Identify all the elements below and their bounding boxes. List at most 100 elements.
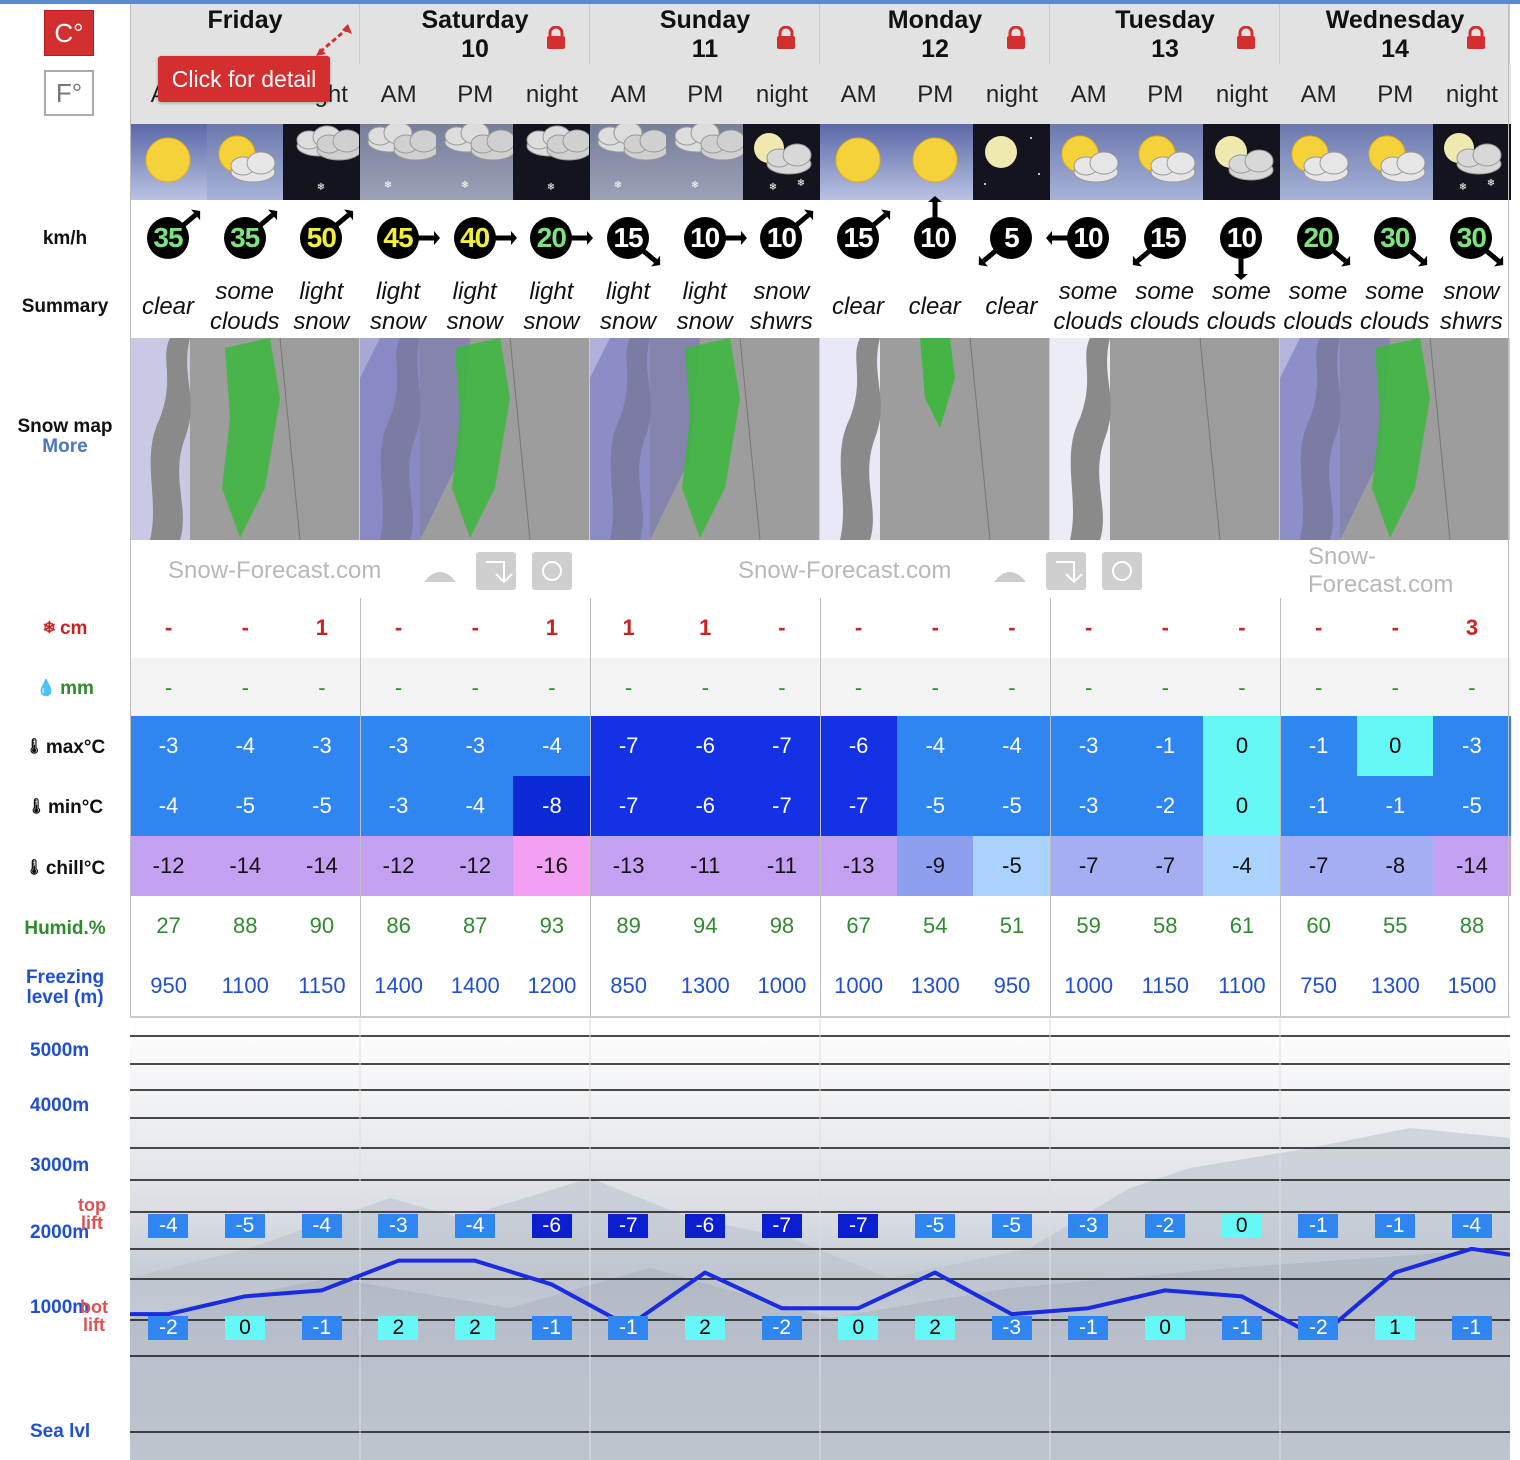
- wind-chill: -8: [1356, 836, 1434, 896]
- min-temp: -7: [743, 776, 821, 836]
- freezing-level: 1000: [1064, 973, 1114, 998]
- svg-text:❄: ❄: [460, 180, 468, 191]
- sun-icon: [130, 124, 208, 200]
- max-temp: -4: [513, 716, 591, 776]
- freezing-level: 1200: [527, 973, 577, 998]
- min-temp: -1: [1280, 776, 1358, 836]
- bot-lift-temp: 2: [685, 1316, 726, 1340]
- bot-lift-temp: -1: [301, 1316, 342, 1340]
- brand-watermark: Snow-Forecast.com: [1308, 543, 1454, 598]
- min-temp: -3: [360, 776, 438, 836]
- min-temp: -7: [820, 776, 898, 836]
- wind-indicator: 45: [360, 209, 440, 269]
- bot-lift-temp: -1: [531, 1316, 572, 1340]
- freezing-level: 1000: [757, 973, 807, 998]
- period-label: PM: [1356, 64, 1434, 126]
- wind-speed: 10: [913, 217, 956, 259]
- wind-speed: 30: [1373, 217, 1416, 259]
- snow-map-image[interactable]: [1050, 338, 1280, 540]
- snow-map-image[interactable]: [820, 338, 1050, 540]
- sun-layer-icon[interactable]: [1102, 552, 1142, 590]
- wind-indicator: 40: [437, 209, 517, 269]
- sun-layer-icon[interactable]: [532, 552, 572, 590]
- wind-chill: -4: [1203, 836, 1281, 896]
- max-temp: -1: [1126, 716, 1204, 776]
- cloud-snow-icon: ❄: [666, 121, 746, 200]
- click-for-detail-tooltip[interactable]: Click for detail: [158, 56, 330, 102]
- humidity: 88: [1459, 913, 1485, 938]
- y-tick-sea-level: Sea lvl: [30, 1421, 91, 1442]
- humidity: 90: [309, 913, 335, 938]
- wind-unit-label: km/h: [42, 228, 88, 249]
- top-lift-label-line1: top: [78, 1195, 106, 1215]
- top-lift-temp: -5: [915, 1214, 956, 1238]
- snow-map-image[interactable]: [130, 338, 360, 540]
- bot-lift-temp: 2: [455, 1316, 495, 1340]
- svg-text:❄: ❄: [614, 180, 622, 191]
- svg-text:❄: ❄: [317, 182, 325, 193]
- top-lift-temp: -1: [1298, 1214, 1339, 1238]
- wind-chill: -11: [666, 836, 744, 896]
- arrow-down-layer-icon[interactable]: [476, 552, 516, 590]
- sun-icon: [820, 124, 898, 200]
- period-label: AM: [1280, 64, 1358, 126]
- rain-amount: -: [360, 658, 438, 718]
- max-temp: -6: [820, 716, 898, 776]
- snow-map-more-link[interactable]: More: [0, 436, 130, 458]
- snow-amount: -: [1008, 615, 1016, 640]
- wind-speed: 20: [1297, 217, 1340, 259]
- moon-cloud-icon: [1203, 124, 1281, 200]
- day-header[interactable]: Sunday 11: [590, 4, 820, 64]
- wind-chill: -12: [436, 836, 514, 896]
- snow-map-image[interactable]: [590, 338, 820, 540]
- fahrenheit-button[interactable]: F°: [44, 70, 94, 116]
- freezing-level: 1300: [910, 973, 960, 998]
- wind-indicator: 15: [1127, 209, 1203, 269]
- min-temp: -2: [1126, 776, 1204, 836]
- period-label: PM: [666, 64, 744, 126]
- expand-arrow-icon[interactable]: [314, 22, 354, 58]
- bot-lift-temp: 0: [1145, 1316, 1186, 1340]
- max-temp: -7: [743, 716, 821, 776]
- celsius-button[interactable]: C°: [44, 10, 94, 56]
- wind-chill: -12: [130, 836, 208, 896]
- weather-summary: light snow: [523, 278, 580, 335]
- rain-unit: mm: [60, 678, 94, 699]
- day-header[interactable]: Saturday 10: [360, 4, 590, 64]
- bot-lift-temp: -1: [1451, 1316, 1492, 1340]
- day-header[interactable]: Monday 12: [820, 4, 1050, 64]
- min-unit: min°C: [47, 797, 104, 818]
- bot-lift-temp: -2: [148, 1316, 189, 1340]
- day-header[interactable]: Tuesday 13: [1050, 4, 1280, 64]
- snow-map-image[interactable]: [1280, 338, 1510, 540]
- snow-amount: -: [164, 615, 173, 640]
- wind-layer-icon[interactable]: [420, 552, 460, 590]
- raindrop-icon: 💧: [36, 680, 57, 697]
- snow-amount: -: [1314, 615, 1323, 640]
- snow-amount: -: [394, 615, 403, 640]
- max-temp: -4: [206, 716, 284, 776]
- day-header[interactable]: Wednesday 14: [1280, 4, 1510, 64]
- arrow-down-layer-icon[interactable]: [1046, 552, 1086, 590]
- day-separator: [1280, 598, 1281, 1018]
- wind-indicator: 50: [283, 209, 359, 269]
- wind-chill: -7: [1126, 836, 1204, 896]
- wind-indicator: 15: [590, 209, 666, 269]
- snow-amount: 3: [1465, 615, 1479, 640]
- moon-cloud-snow-icon: ❄ ❄: [743, 124, 821, 200]
- min-temp: -4: [436, 776, 514, 836]
- weather-summary: snow shwrs: [1440, 278, 1503, 335]
- thermometer-icon: 🌡: [24, 859, 44, 876]
- snow-amount: 1: [545, 615, 559, 640]
- wind-indicator: 10: [897, 196, 973, 269]
- snow-amount: 1: [315, 615, 329, 640]
- top-lift-temp: -1: [1375, 1214, 1416, 1238]
- wind-layer-icon[interactable]: [990, 552, 1030, 590]
- freezing-level: 1300: [680, 973, 730, 998]
- day-separator: [360, 598, 361, 1018]
- wind-chill: -13: [820, 836, 898, 896]
- max-temp: -4: [896, 716, 974, 776]
- svg-text:❄: ❄: [1459, 182, 1467, 193]
- snow-map-image[interactable]: [360, 338, 590, 540]
- min-temp: -5: [1433, 776, 1511, 836]
